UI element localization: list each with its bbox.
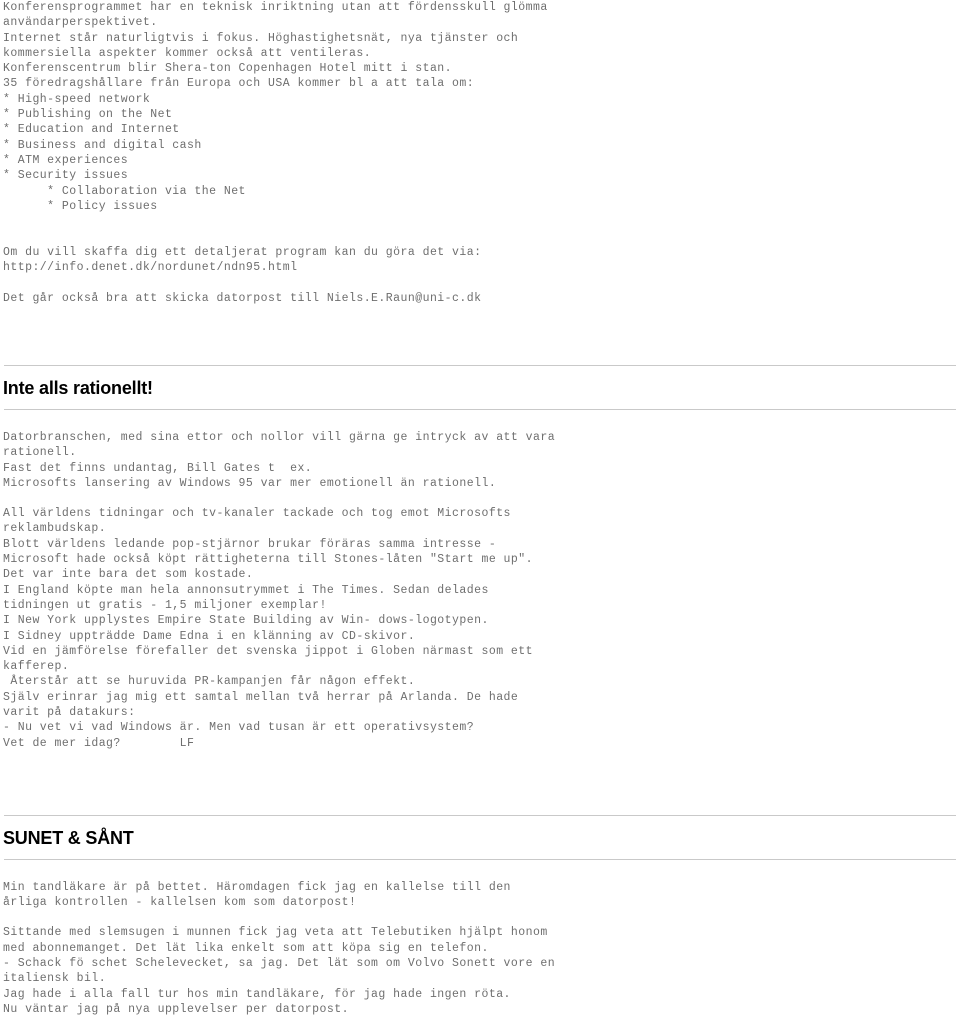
spacer-before-sunet	[0, 751, 960, 815]
spacer-head-bottom-rationellt	[0, 397, 960, 409]
spacer-after-rule-rationellt	[0, 410, 960, 430]
spacer-after-rule-sunet	[0, 860, 960, 880]
spacer-before-rationellt	[0, 306, 960, 365]
heading-sunet-och-sant: SUNET & SÅNT	[3, 827, 134, 848]
spacer-head-top-sunet	[0, 816, 960, 829]
sunet-paragraph-1: Min tandläkare är på bettet. Häromdagen …	[3, 880, 511, 910]
document-page: Konferensprogrammet har en teknisk inrik…	[0, 0, 960, 1017]
intro-text-block: Konferensprogrammet har en teknisk inrik…	[3, 1, 548, 305]
rationellt-paragraph-2: All världens tidningar och tv-kanaler ta…	[3, 507, 534, 750]
sunet-paragraph-2: Sittande med slemsugen i munnen fick jag…	[3, 926, 556, 1016]
heading-inte-alls-rationellt: Inte alls rationellt!	[3, 377, 153, 398]
spacer-head-bottom-sunet	[0, 847, 960, 859]
rationellt-paragraph-1: Datorbranschen, med sina ettor och nollo…	[3, 430, 556, 490]
spacer-head-top-rationellt	[0, 366, 960, 379]
spacer-sunet-para-gap	[0, 910, 960, 925]
spacer-rationellt-para-gap	[0, 491, 960, 506]
